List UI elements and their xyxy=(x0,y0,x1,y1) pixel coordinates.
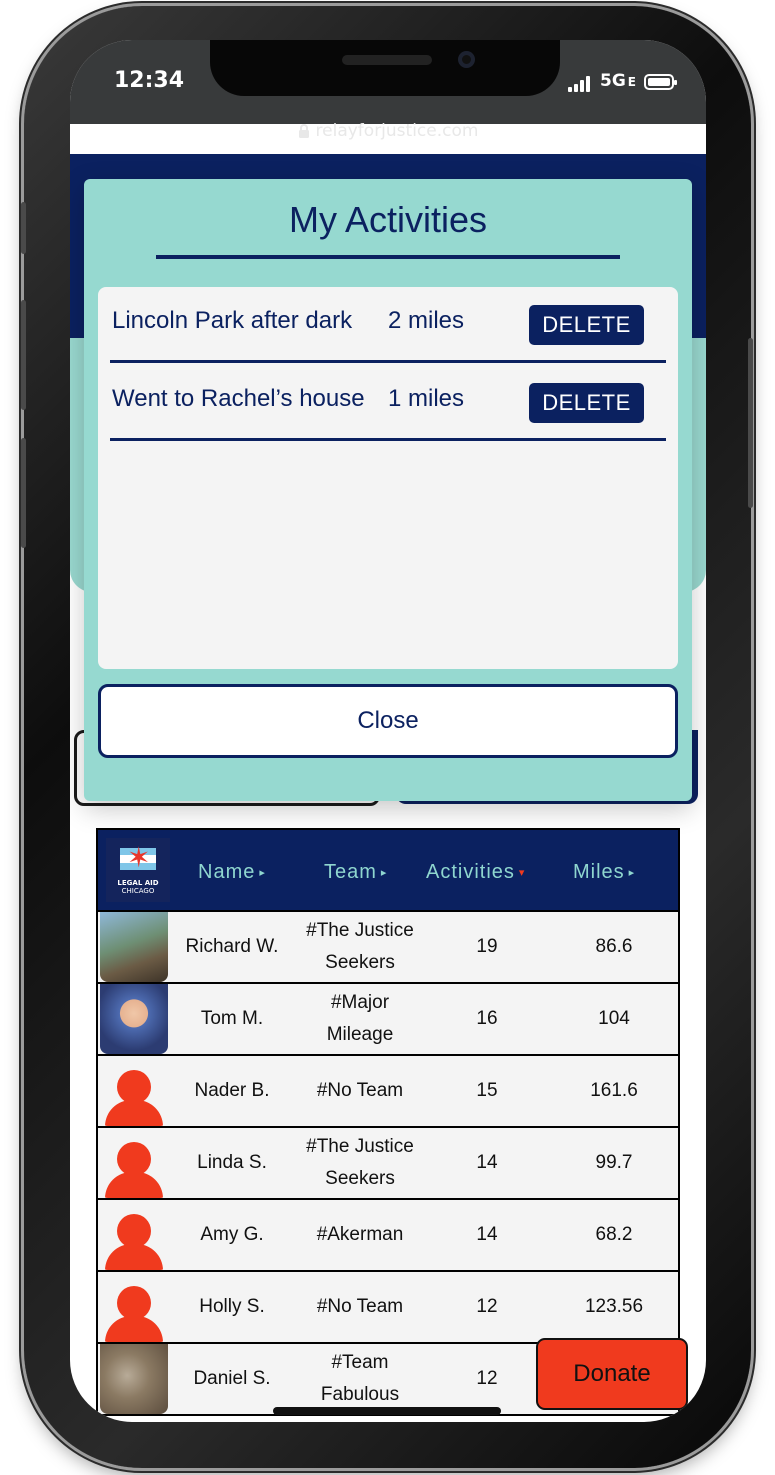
cell-miles: 99.7 xyxy=(595,1152,633,1173)
activity-miles: 1 miles xyxy=(388,385,465,412)
cell-miles: 123.56 xyxy=(584,1296,644,1317)
my-activities-modal: My Activities Lincoln Park after dark 2 … xyxy=(84,179,692,801)
volume-down-button xyxy=(21,438,26,548)
column-label: Team xyxy=(324,861,377,883)
cell-team: #The Justice Seekers xyxy=(306,1136,414,1189)
column-header-team[interactable]: Team ▸ xyxy=(324,861,387,884)
network-label: 5G xyxy=(600,71,626,91)
sort-arrow-icon: ▸ xyxy=(259,867,266,879)
cell-activities: 15 xyxy=(476,1080,498,1101)
modal-title: My Activities xyxy=(288,199,488,240)
logo-text-line1: LEGAL AID xyxy=(117,879,159,887)
cell-name: Amy G. xyxy=(200,1224,264,1245)
table-row[interactable]: Holly S. #No Team 12 123.56 xyxy=(96,1272,680,1344)
cell-activities: 14 xyxy=(476,1224,498,1245)
legal-aid-chicago-logo: ✶ LEGAL AID CHICAGO xyxy=(106,838,170,902)
avatar xyxy=(100,912,168,982)
cell-activities: 14 xyxy=(476,1152,498,1173)
cell-activities: 16 xyxy=(476,1008,498,1029)
sort-arrow-icon: ▸ xyxy=(380,867,388,879)
lock-icon xyxy=(298,123,309,138)
cell-miles: 161.6 xyxy=(590,1080,638,1101)
leaderboard-header: ✶ LEGAL AID CHICAGO Name ▸ Team ▸ Activiti… xyxy=(96,828,680,912)
cell-activities: 19 xyxy=(476,936,498,957)
column-label: Name xyxy=(198,861,256,883)
battery-icon xyxy=(644,74,677,90)
column-label: Activities xyxy=(426,861,515,883)
cell-activities: 12 xyxy=(476,1296,498,1317)
cell-team: #No Team xyxy=(316,1296,404,1317)
title-underline xyxy=(156,255,620,259)
table-row[interactable]: Richard W. #The Justice Seekers 19 86.6 xyxy=(96,912,680,984)
person-icon xyxy=(100,1128,168,1198)
activity-name: Lincoln Park after dark xyxy=(112,307,353,334)
avatar xyxy=(100,1344,168,1414)
phone-screen: 12:34 5G E relayforjustice.com My Activit… xyxy=(70,40,706,1422)
cell-miles: 86.6 xyxy=(595,936,633,957)
leaderboard-table: ✶ LEGAL AID CHICAGO Name ▸ Team ▸ Activiti… xyxy=(96,828,680,1422)
cell-team: #No Team xyxy=(316,1080,404,1101)
column-header-name[interactable]: Name ▸ xyxy=(198,861,266,884)
cell-name: Daniel S. xyxy=(193,1368,271,1389)
status-bar: 12:34 5G E xyxy=(70,40,706,124)
column-header-miles[interactable]: Miles ▸ xyxy=(573,861,635,884)
cell-miles: 68.2 xyxy=(595,1224,633,1245)
activity-row: Went to Rachel’s house 1 miles DELETE xyxy=(110,365,666,441)
cell-name: Nader B. xyxy=(194,1080,270,1101)
network-indicator: 5G E xyxy=(600,71,636,91)
notch xyxy=(210,40,560,96)
table-row[interactable]: Tom M. #Major Mileage 16 104 xyxy=(96,984,680,1056)
donate-button[interactable]: Donate xyxy=(536,1338,688,1410)
sort-arrow-icon: ▾ xyxy=(518,867,526,879)
close-button[interactable]: Close xyxy=(98,684,678,758)
column-header-activities[interactable]: Activities ▾ xyxy=(426,861,525,884)
url-text: relayforjustice.com xyxy=(315,121,479,141)
activity-name: Went to Rachel’s house xyxy=(112,385,365,412)
speaker xyxy=(342,55,432,65)
cell-team: #Major Mileage xyxy=(326,992,394,1045)
home-indicator[interactable] xyxy=(273,1407,501,1415)
cell-name: Linda S. xyxy=(197,1152,267,1173)
sort-arrow-icon: ▸ xyxy=(628,867,636,879)
activity-row: Lincoln Park after dark 2 miles DELETE xyxy=(110,287,666,363)
activity-list: Lincoln Park after dark 2 miles DELETE W… xyxy=(98,287,678,669)
logo-text-line2: CHICAGO xyxy=(121,887,155,895)
network-suffix: E xyxy=(627,75,636,89)
cell-team: #Team Fabulous xyxy=(320,1352,400,1405)
person-icon xyxy=(100,1200,168,1270)
volume-up-button xyxy=(21,300,26,410)
cell-team: #Akerman xyxy=(316,1224,404,1245)
delete-button[interactable]: DELETE xyxy=(529,383,644,423)
cell-name: Tom M. xyxy=(200,1008,264,1029)
row-divider xyxy=(110,438,666,441)
person-icon xyxy=(100,1272,168,1342)
table-row[interactable]: Nader B. #No Team 15 161.6 xyxy=(96,1056,680,1128)
cell-activities: 12 xyxy=(476,1368,498,1389)
power-button xyxy=(748,338,753,508)
url-bar[interactable]: relayforjustice.com xyxy=(70,114,706,154)
table-row[interactable]: Linda S. #The Justice Seekers 14 99.7 xyxy=(96,1128,680,1200)
cell-team: #The Justice Seekers xyxy=(306,920,414,973)
column-label: Miles xyxy=(573,861,625,883)
status-time: 12:34 xyxy=(114,68,185,93)
signal-icon xyxy=(568,76,590,92)
row-divider xyxy=(110,360,666,363)
cell-miles: 104 xyxy=(598,1008,630,1029)
mute-switch xyxy=(21,202,26,254)
person-icon xyxy=(100,1056,168,1126)
delete-button[interactable]: DELETE xyxy=(529,305,644,345)
cell-name: Holly S. xyxy=(199,1296,265,1317)
cell-name: Richard W. xyxy=(185,936,279,957)
camera-icon xyxy=(458,51,475,68)
table-row[interactable]: Amy G. #Akerman 14 68.2 xyxy=(96,1200,680,1272)
avatar xyxy=(100,984,168,1054)
activity-miles: 2 miles xyxy=(388,307,465,334)
